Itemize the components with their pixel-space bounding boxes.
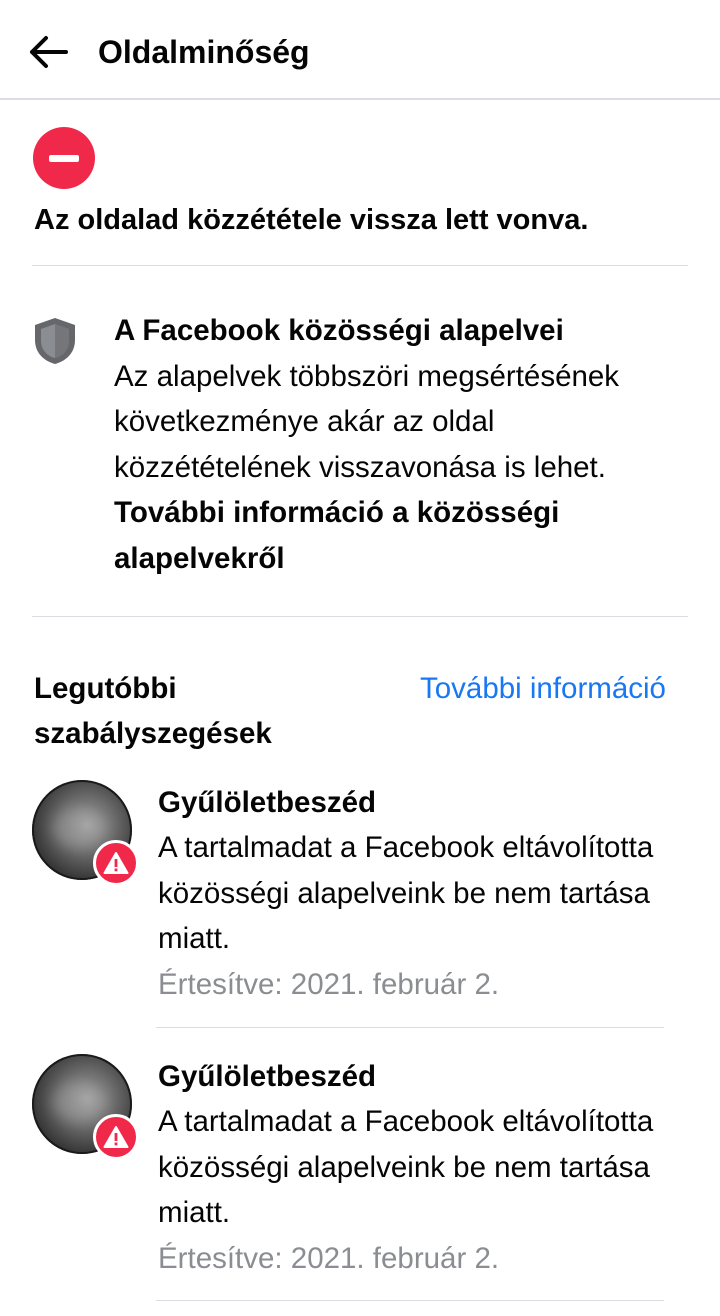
violation-date: Értesítve: 2021. február 2. [158,968,500,1001]
page-title: Oldalminőség [98,34,310,70]
warning-triangle-icon [93,840,139,886]
standards-title: A Facebook közösségi alapelvei [114,314,564,347]
page-quality-screen: Oldalminőség Az oldalad közzététele viss… [0,0,720,1316]
violation-description: A tartalmadat a Facebook eltávolította k… [158,831,654,955]
divider [32,616,688,617]
community-standards-section: A Facebook közösségi alapelvei Az alapel… [114,308,694,581]
recent-violations-title: Legutóbbi szabályszegések [34,672,272,750]
standards-learn-more-link[interactable]: További információ a közösségi alapelvek… [114,496,559,575]
divider [156,1300,664,1301]
shield-icon [35,318,75,364]
divider [156,1027,664,1028]
violation-title: Gyűlöletbeszéd [158,1060,377,1093]
minus-circle-icon [33,127,95,189]
status-message: Az oldalad közzététele vissza lett vonva… [34,204,589,236]
warning-triangle-icon [93,1114,139,1160]
arrow-left-icon [30,36,68,68]
back-button[interactable] [22,26,74,78]
more-info-link[interactable]: További információ [420,666,680,711]
violation-description: A tartalmadat a Facebook eltávolította k… [158,1105,654,1229]
violation-date: Értesítve: 2021. február 2. [158,1242,500,1275]
header: Oldalminőség [0,0,720,100]
standards-body: Az alapelvek többszöri megsértésének köv… [114,359,620,484]
violation-title: Gyűlöletbeszéd [158,786,377,819]
divider [32,265,688,266]
